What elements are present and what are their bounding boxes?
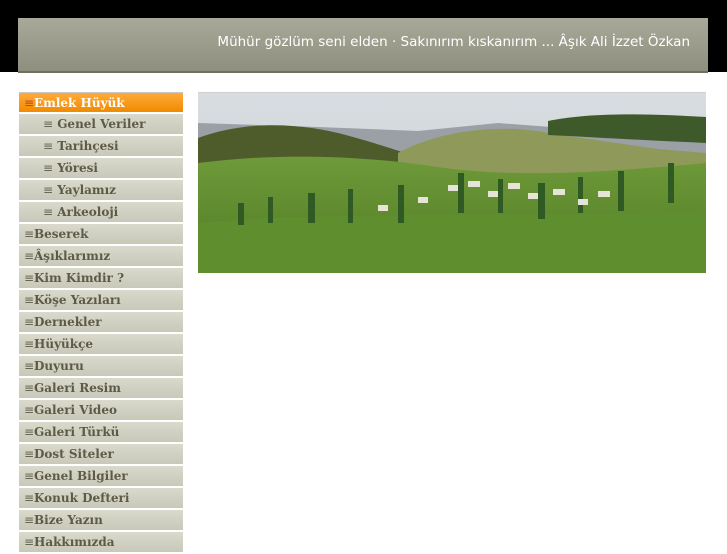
sidebar-item-label: Bize Yazın bbox=[34, 513, 103, 527]
menu-bullet-icon: ≡ bbox=[24, 293, 35, 307]
sidebar-item-label: Konuk Defteri bbox=[34, 491, 130, 505]
village-landscape-banner bbox=[198, 92, 706, 273]
sidebar-item-label: Tarihçesi bbox=[57, 139, 119, 153]
sidebar-item-label: Galeri Resim bbox=[34, 381, 121, 395]
sidebar-item-label: Arkeoloji bbox=[57, 205, 119, 219]
sidebar-item-label: Duyuru bbox=[34, 359, 84, 373]
sidebar-item-label: Genel Veriler bbox=[57, 117, 146, 131]
sidebar-item-tarihcesi[interactable]: ≡ Tarihçesi bbox=[19, 136, 183, 156]
sidebar-item-label: Galeri Türkü bbox=[34, 425, 120, 439]
sidebar-item-label: Hakkımızda bbox=[34, 535, 115, 549]
sidebar-item-kose-yazilari[interactable]: ≡Köşe Yazıları bbox=[19, 290, 183, 310]
sidebar-item-label: Genel Bilgiler bbox=[34, 469, 128, 483]
menu-bullet-icon: ≡ bbox=[24, 315, 35, 329]
menu-bullet-icon: ≡ bbox=[24, 403, 35, 417]
sidebar-item-galeri-video[interactable]: ≡Galeri Video bbox=[19, 400, 183, 420]
sidebar-item-label: Yöresi bbox=[57, 161, 98, 175]
sidebar-item-kim-kimdir[interactable]: ≡Kim Kimdir ? bbox=[19, 268, 183, 288]
sidebar-item-yoresi[interactable]: ≡ Yöresi bbox=[19, 158, 183, 178]
sidebar-item-hakkimizda[interactable]: ≡Hakkımızda bbox=[19, 532, 183, 552]
sidebar-item-genel-bilgiler[interactable]: ≡Genel Bilgiler bbox=[19, 466, 183, 486]
sidebar-item-dernekler[interactable]: ≡Dernekler bbox=[19, 312, 183, 332]
sidebar-item-label: Kim Kimdir ? bbox=[34, 271, 125, 285]
sidebar-item-label: Dernekler bbox=[34, 315, 102, 329]
menu-bullet-icon: ≡ bbox=[24, 96, 35, 110]
menu-bullet-icon: ≡ bbox=[24, 469, 35, 483]
menu-bullet-icon: ≡ bbox=[24, 271, 35, 285]
menu-bullet-icon: ≡ bbox=[24, 359, 35, 373]
menu-bullet-icon: ≡ bbox=[43, 139, 54, 153]
menu-bullet-icon: ≡ bbox=[24, 249, 35, 263]
sidebar-item-yaylamiz[interactable]: ≡ Yaylamız bbox=[19, 180, 183, 200]
menu-bullet-icon: ≡ bbox=[24, 227, 35, 241]
sidebar-item-dost-siteler[interactable]: ≡Dost Siteler bbox=[19, 444, 183, 464]
sidebar-item-beserek[interactable]: ≡Beserek bbox=[19, 224, 183, 244]
menu-bullet-icon: ≡ bbox=[24, 491, 35, 505]
sidebar-item-galeri-resim[interactable]: ≡Galeri Resim bbox=[19, 378, 183, 398]
sidebar-item-label: Emlek Hüyük bbox=[34, 96, 125, 110]
menu-bullet-icon: ≡ bbox=[24, 381, 35, 395]
menu-bullet-icon: ≡ bbox=[24, 337, 35, 351]
menu-bullet-icon: ≡ bbox=[43, 161, 54, 175]
menu-bullet-icon: ≡ bbox=[24, 535, 35, 549]
sidebar-nav: ≡Emlek Hüyük ≡ Genel Veriler ≡ Tarihçesi… bbox=[19, 92, 183, 554]
sidebar-item-arkeoloji[interactable]: ≡ Arkeoloji bbox=[19, 202, 183, 222]
sidebar-item-galeri-turku[interactable]: ≡Galeri Türkü bbox=[19, 422, 183, 442]
sidebar-item-emlek-huyuk[interactable]: ≡Emlek Hüyük bbox=[19, 92, 183, 112]
sidebar-item-genel-veriler[interactable]: ≡ Genel Veriler bbox=[19, 114, 183, 134]
sidebar-item-bize-yazin[interactable]: ≡Bize Yazın bbox=[19, 510, 183, 530]
menu-bullet-icon: ≡ bbox=[24, 447, 35, 461]
sidebar-item-asiklarimiz[interactable]: ≡Âşıklarımız bbox=[19, 246, 183, 266]
header-quote: Mühür gözlüm seni elden · Sakınırım kısk… bbox=[217, 34, 690, 50]
sidebar-item-label: Köşe Yazıları bbox=[34, 293, 121, 307]
sidebar-item-label: Beserek bbox=[34, 227, 89, 241]
sidebar-item-label: Galeri Video bbox=[34, 403, 117, 417]
sidebar-item-duyuru[interactable]: ≡Duyuru bbox=[19, 356, 183, 376]
sidebar-item-label: Hüyükçe bbox=[34, 337, 94, 351]
menu-bullet-icon: ≡ bbox=[24, 513, 35, 527]
sidebar-item-konuk-defteri[interactable]: ≡Konuk Defteri bbox=[19, 488, 183, 508]
menu-bullet-icon: ≡ bbox=[24, 425, 35, 439]
sidebar-item-label: Âşıklarımız bbox=[34, 249, 111, 263]
menu-bullet-icon: ≡ bbox=[43, 183, 54, 197]
menu-bullet-icon: ≡ bbox=[43, 117, 54, 131]
sidebar-item-label: Dost Siteler bbox=[34, 447, 114, 461]
menu-bullet-icon: ≡ bbox=[43, 205, 54, 219]
sidebar-item-label: Yaylamız bbox=[57, 183, 116, 197]
sidebar-item-huyukce[interactable]: ≡Hüyükçe bbox=[19, 334, 183, 354]
site-header: Mühür gözlüm seni elden · Sakınırım kısk… bbox=[18, 18, 708, 73]
